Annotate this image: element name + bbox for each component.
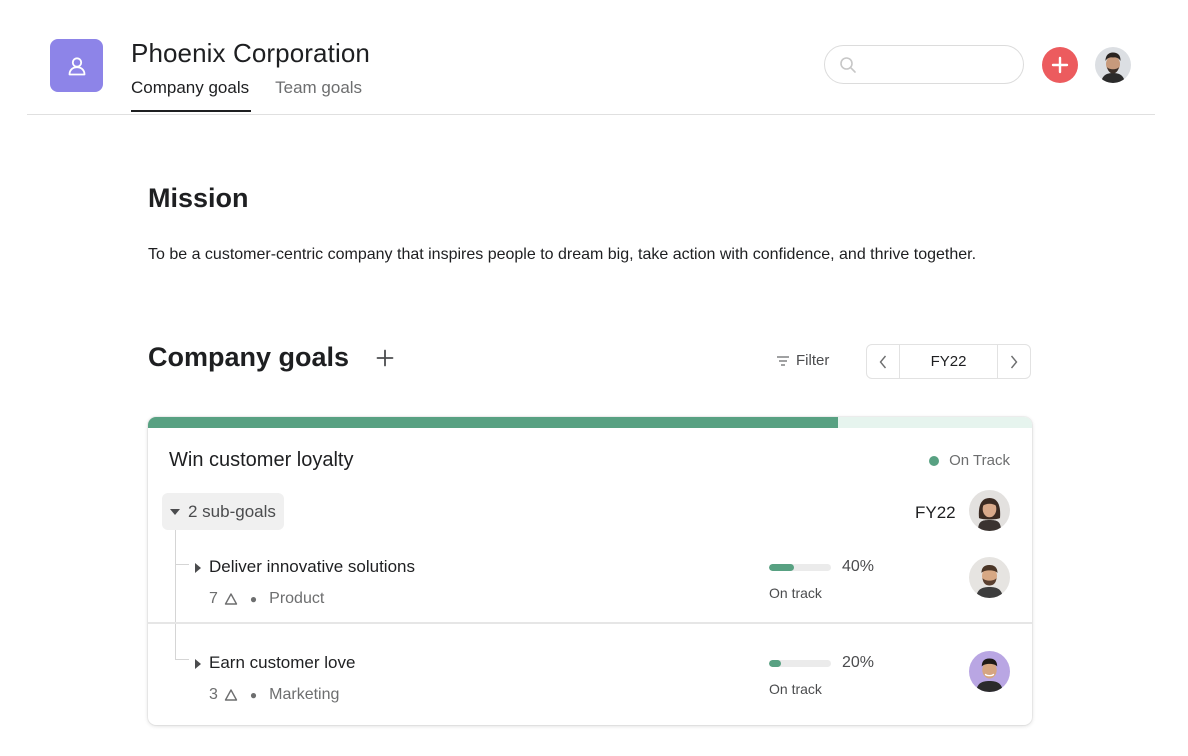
chevron-left-icon (879, 355, 887, 368)
subgoal-meta: 3 ● Marketing (209, 686, 339, 704)
org-title: Phoenix Corporation (131, 38, 370, 68)
search-icon (840, 57, 856, 73)
caret-down-icon (170, 508, 180, 515)
previous-period-button[interactable] (867, 345, 900, 378)
goal-title[interactable]: Win customer loyalty (169, 449, 354, 472)
period-selector: FY22 (866, 344, 1031, 379)
subgoal-progress-fill (769, 660, 782, 667)
mission-heading: Mission (148, 183, 249, 213)
subgoal-progress-bar (769, 564, 831, 571)
goal-triangle-icon (224, 593, 238, 605)
subgoal-owner-avatar-image (969, 557, 1010, 598)
subgoal-name[interactable]: Earn customer love (209, 653, 355, 673)
mission-text: To be a customer-centric company that in… (148, 246, 977, 263)
user-avatar[interactable] (1095, 47, 1131, 83)
subgoals-toggle[interactable]: 2 sub-goals (162, 493, 284, 530)
subgoal-count: 3 (209, 686, 218, 703)
goal-tabs: Company goals Team goals (131, 78, 362, 112)
goal-status: On Track (929, 452, 1010, 469)
plus-icon (1051, 56, 1069, 74)
tab-company-goals[interactable]: Company goals (131, 78, 252, 112)
goal-status-label: On Track (949, 452, 1010, 469)
search-box[interactable] (824, 45, 1024, 84)
status-dot-icon (929, 455, 940, 466)
meta-separator-icon: ● (249, 688, 258, 702)
subgoal-owner-avatar-image (969, 651, 1010, 692)
subgoal-owner-avatar[interactable] (969, 651, 1010, 692)
row-divider (148, 622, 1032, 624)
header-divider (27, 114, 1155, 115)
tab-team-goals[interactable]: Team goals (275, 78, 362, 112)
subgoal-status: On track (769, 585, 822, 601)
subgoals-count-label: 2 sub-goals (188, 501, 276, 521)
plus-icon (376, 349, 394, 367)
subgoal-row[interactable]: Deliver innovative solutions 7 ● Product… (148, 548, 1032, 638)
goal-period: FY22 (915, 503, 956, 522)
subgoal-progress-bar (769, 660, 831, 667)
subgoal-team: Marketing (269, 686, 340, 703)
goal-owner-avatar[interactable] (969, 490, 1010, 531)
subgoal-progress-fill (769, 564, 794, 571)
subgoal-name[interactable]: Deliver innovative solutions (209, 557, 415, 577)
subgoal-count: 7 (209, 590, 218, 607)
company-goals-heading: Company goals (148, 342, 350, 372)
goal-card[interactable]: Win customer loyalty On Track 2 sub-goal… (148, 417, 1032, 725)
add-goal-button[interactable] (375, 346, 395, 370)
subgoal-percent: 40% (842, 558, 875, 575)
meta-separator-icon: ● (249, 592, 258, 606)
goal-triangle-icon (224, 689, 238, 701)
team-icon[interactable] (50, 39, 103, 92)
user-avatar-image (1095, 47, 1131, 83)
filter-button[interactable]: Filter (776, 352, 829, 369)
caret-right-icon[interactable] (194, 562, 202, 574)
goal-owner-avatar-image (969, 490, 1010, 531)
caret-right-icon[interactable] (194, 658, 202, 670)
next-period-button[interactable] (997, 345, 1030, 378)
period-label[interactable]: FY22 (900, 345, 997, 378)
goal-progress-bar (148, 417, 1032, 428)
subgoal-row[interactable]: Earn customer love 3 ● Marketing 20% On … (148, 644, 1032, 725)
subgoal-team: Product (269, 590, 325, 607)
person-outline-icon (68, 56, 85, 75)
search-input[interactable] (865, 54, 1015, 74)
subgoal-meta: 7 ● Product (209, 590, 324, 608)
chevron-right-icon (1010, 355, 1018, 368)
filter-icon (777, 355, 789, 366)
subgoal-owner-avatar[interactable] (969, 557, 1010, 598)
add-button[interactable] (1042, 47, 1078, 83)
subgoal-percent: 20% (842, 654, 875, 671)
filter-label: Filter (796, 352, 830, 369)
goal-progress-fill (148, 417, 838, 428)
subgoal-status: On track (769, 681, 822, 697)
